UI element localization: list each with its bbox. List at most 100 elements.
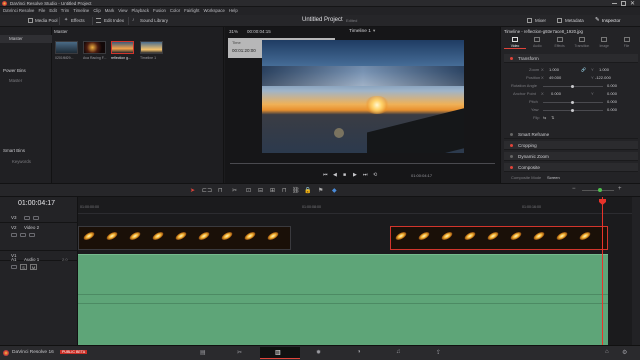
menu-item[interactable]: Fusion (153, 8, 166, 13)
v2-clip-1[interactable] (78, 226, 291, 250)
composite-section[interactable]: Composite (504, 163, 638, 172)
timeline-area[interactable]: 01:00:00:00 01:00:08:00 01:00:16:00 (78, 197, 632, 345)
inspector-tab[interactable]: Transition (571, 36, 593, 49)
close-icon[interactable]: ✕ (630, 0, 635, 7)
menu-item[interactable]: Workspace (203, 8, 224, 13)
effects-button[interactable]: Effects (71, 18, 85, 23)
track-enable-icon[interactable] (20, 233, 26, 237)
inspector-tab[interactable]: Image (593, 36, 615, 49)
anchor-y-value[interactable]: 0.000 (607, 91, 617, 96)
track-name-a1[interactable]: Audio 1 (24, 257, 39, 262)
track-lock-icon[interactable] (24, 216, 30, 220)
maximize-icon[interactable] (621, 1, 626, 6)
fusion-page-icon[interactable]: ✹ (316, 349, 321, 356)
menu-item[interactable]: Edit (49, 8, 56, 13)
viewer-scrubber[interactable] (230, 163, 495, 164)
menu-item[interactable]: Mark (105, 8, 115, 13)
a1-audio-clip[interactable] (78, 254, 608, 345)
smart-reframe-section[interactable]: Smart Reframe (504, 130, 638, 139)
solo-button[interactable]: S (20, 264, 27, 270)
video-frame[interactable] (262, 40, 464, 153)
blade-icon[interactable]: ✂ (232, 187, 237, 194)
viewer-timeline-name[interactable]: Timeline 1 (349, 29, 371, 34)
snapping-icon[interactable]: ⊓ (282, 187, 287, 194)
position-y-value[interactable]: -122.000 (595, 75, 611, 80)
menu-item[interactable]: Fairlight (184, 8, 199, 13)
settings-icon[interactable]: ⚙ (622, 349, 627, 356)
inspector-tab[interactable]: Video (504, 36, 526, 49)
trim-icon[interactable]: ⊏⊐ (202, 187, 212, 194)
media-pool-button[interactable]: Media Pool (35, 18, 58, 23)
enable-dot-icon[interactable] (510, 144, 513, 147)
inspector-tab[interactable]: Effects (549, 36, 571, 49)
power-bin-master[interactable]: Master (9, 78, 22, 83)
zoom-y-value[interactable]: 1.000 (599, 67, 609, 72)
menu-item[interactable]: Help (229, 8, 238, 13)
insert-clip-icon[interactable]: ⊡ (246, 187, 251, 194)
enable-dot-icon[interactable] (510, 57, 513, 60)
yaw-slider[interactable] (543, 109, 603, 112)
minimize-icon[interactable] (612, 3, 617, 4)
deliver-page-icon[interactable]: ⇪ (436, 349, 441, 356)
cropping-section[interactable]: Cropping (504, 141, 638, 150)
track-name-v2[interactable]: Video 2 (24, 225, 39, 230)
fairlight-page-icon[interactable]: ♫ (396, 349, 401, 355)
link-icon[interactable]: 🔗 (581, 67, 586, 72)
loop-icon[interactable]: ⟲ (373, 172, 377, 178)
edit-page-tab[interactable]: ▥ (260, 347, 300, 359)
inspector-tab[interactable]: File (616, 36, 638, 49)
media-thumb-4[interactable] (140, 41, 163, 54)
reverse-icon[interactable]: ◀ (333, 172, 337, 178)
timeline-ruler[interactable] (78, 197, 632, 214)
zoom-in-icon[interactable]: + (618, 186, 622, 192)
flag-icon[interactable]: ⚑ (318, 187, 323, 194)
play-icon[interactable]: ▶ (353, 172, 357, 178)
chevron-down-icon[interactable]: ▾ (373, 28, 375, 34)
timeline-scrollbar[interactable] (632, 197, 640, 345)
pointer-icon[interactable]: ➤ (190, 187, 195, 194)
media-page-icon[interactable]: ▤ (200, 349, 206, 356)
zoom-out-icon[interactable]: − (572, 186, 576, 192)
enable-dot-icon[interactable] (510, 166, 513, 169)
playhead[interactable] (599, 197, 606, 345)
media-thumb-2[interactable] (83, 41, 106, 54)
track-enable-icon[interactable] (33, 216, 39, 220)
toggle-dot-icon[interactable] (510, 155, 513, 158)
menu-item[interactable]: View (118, 8, 127, 13)
bin-master[interactable]: Master (0, 35, 52, 43)
anchor-x-value[interactable]: 0.000 (551, 91, 561, 96)
metadata-button[interactable]: Metadata (565, 18, 584, 23)
toggle-dot-icon[interactable] (510, 133, 513, 136)
position-x-value[interactable]: 49.000 (549, 75, 561, 80)
track-visible-icon[interactable] (29, 233, 35, 237)
media-thumb-3-selected[interactable] (111, 41, 134, 54)
mute-button[interactable]: M (30, 264, 37, 270)
dynamic-trim-icon[interactable]: ⊓ (218, 187, 223, 194)
v2-clip-2-selected[interactable] (390, 226, 608, 250)
track-lock-icon[interactable] (11, 265, 17, 269)
inspector-button[interactable]: Inspector (602, 18, 621, 23)
marker-icon[interactable]: ◆ (332, 187, 337, 194)
pitch-slider[interactable] (543, 101, 603, 104)
sound-library-button[interactable]: Sound Library (140, 18, 168, 23)
rotation-slider[interactable] (543, 85, 603, 88)
dynamic-zoom-section[interactable]: Dynamic Zoom (504, 152, 638, 161)
skip-end-icon[interactable]: ⏭ (363, 172, 368, 178)
edit-index-button[interactable]: Edit Index (104, 18, 124, 23)
menu-item[interactable]: Playback (132, 8, 149, 13)
home-icon[interactable]: ⌂ (605, 349, 609, 355)
menu-item[interactable]: Timeline (73, 8, 89, 13)
flip-vertical-icon[interactable]: ⇅ (551, 115, 554, 120)
overwrite-clip-icon[interactable]: ⊟ (258, 187, 263, 194)
transform-section[interactable]: Transform (504, 54, 638, 63)
menu-item[interactable]: Trim (61, 8, 69, 13)
yaw-value[interactable]: 0.000 (607, 107, 617, 112)
zoom-x-value[interactable]: 1.000 (549, 67, 559, 72)
color-page-icon[interactable]: ◑ (357, 349, 361, 355)
cut-page-icon[interactable]: ✂ (237, 349, 242, 356)
menu-item[interactable]: DaVinci Resolve (3, 8, 34, 13)
composite-mode-select[interactable]: Screen (547, 175, 560, 180)
media-thumb-1[interactable] (55, 41, 78, 54)
track-lock-icon[interactable] (11, 233, 17, 237)
skip-start-icon[interactable]: ⏮ (323, 172, 328, 178)
